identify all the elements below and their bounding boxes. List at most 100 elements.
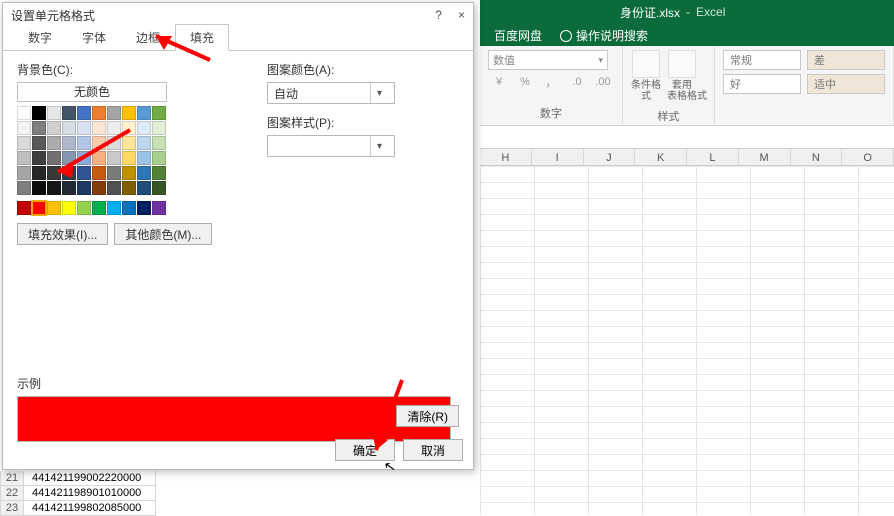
color-swatch[interactable] bbox=[17, 181, 31, 195]
cell-style-neutral[interactable]: 适中 bbox=[807, 74, 885, 94]
color-swatch[interactable] bbox=[122, 201, 136, 215]
color-swatch[interactable] bbox=[77, 181, 91, 195]
color-swatch[interactable] bbox=[152, 201, 166, 215]
color-swatch[interactable] bbox=[152, 136, 166, 150]
color-swatch[interactable] bbox=[77, 151, 91, 165]
color-swatch[interactable] bbox=[137, 151, 151, 165]
color-swatch[interactable] bbox=[62, 121, 76, 135]
help-button[interactable]: ? bbox=[435, 8, 442, 22]
color-swatch[interactable] bbox=[17, 151, 31, 165]
comma-btn[interactable]: ， bbox=[540, 72, 562, 92]
column-header[interactable]: O bbox=[842, 149, 894, 165]
color-swatch[interactable] bbox=[92, 181, 106, 195]
color-swatch[interactable] bbox=[17, 106, 31, 120]
cell-style-bad[interactable]: 差 bbox=[807, 50, 885, 70]
clear-button[interactable]: 清除(R) bbox=[396, 405, 459, 427]
worksheet-grid[interactable] bbox=[480, 166, 894, 515]
color-swatch[interactable] bbox=[62, 166, 76, 180]
column-header[interactable]: N bbox=[791, 149, 843, 165]
row-header[interactable]: 23 bbox=[0, 501, 24, 516]
color-swatch[interactable] bbox=[62, 151, 76, 165]
row-header[interactable]: 22 bbox=[0, 486, 24, 501]
tell-me[interactable]: 操作说明搜索 bbox=[560, 27, 648, 44]
color-swatch[interactable] bbox=[107, 136, 121, 150]
color-swatch[interactable] bbox=[152, 151, 166, 165]
color-swatch[interactable] bbox=[122, 166, 136, 180]
color-swatch[interactable] bbox=[77, 166, 91, 180]
color-swatch[interactable] bbox=[137, 166, 151, 180]
color-swatch[interactable] bbox=[107, 151, 121, 165]
color-swatch[interactable] bbox=[137, 136, 151, 150]
color-swatch[interactable] bbox=[152, 106, 166, 120]
color-swatch[interactable] bbox=[92, 201, 106, 215]
cell-style-normal[interactable]: 常规 bbox=[723, 50, 801, 70]
color-swatch[interactable] bbox=[47, 136, 61, 150]
currency-btn[interactable]: ¥ bbox=[488, 72, 510, 92]
tab-number[interactable]: 数字 bbox=[13, 24, 67, 51]
no-color-button[interactable]: 无颜色 bbox=[17, 82, 167, 102]
tab-fill[interactable]: 填充 bbox=[175, 24, 229, 51]
column-header[interactable]: M bbox=[739, 149, 791, 165]
color-swatch[interactable] bbox=[77, 121, 91, 135]
column-header[interactable]: J bbox=[584, 149, 636, 165]
color-swatch[interactable] bbox=[122, 151, 136, 165]
color-swatch[interactable] bbox=[62, 201, 76, 215]
tab-font[interactable]: 字体 bbox=[67, 24, 121, 51]
color-swatch[interactable] bbox=[17, 121, 31, 135]
color-swatch[interactable] bbox=[32, 181, 46, 195]
color-swatch[interactable] bbox=[152, 181, 166, 195]
color-swatch[interactable] bbox=[77, 136, 91, 150]
color-swatch[interactable] bbox=[32, 166, 46, 180]
color-swatch[interactable] bbox=[62, 136, 76, 150]
color-swatch[interactable] bbox=[137, 121, 151, 135]
color-swatch[interactable] bbox=[122, 136, 136, 150]
color-swatch[interactable] bbox=[17, 166, 31, 180]
column-header[interactable]: H bbox=[480, 149, 532, 165]
color-swatch[interactable] bbox=[62, 106, 76, 120]
column-header[interactable]: K bbox=[635, 149, 687, 165]
cell[interactable]: 441421199802085000 bbox=[24, 501, 156, 516]
color-swatch[interactable] bbox=[122, 181, 136, 195]
table-format-button[interactable]: 套用 表格格式 bbox=[667, 50, 697, 106]
color-swatch[interactable] bbox=[17, 201, 31, 215]
color-swatch[interactable] bbox=[32, 151, 46, 165]
color-swatch[interactable] bbox=[152, 166, 166, 180]
fill-effects-button[interactable]: 填充效果(I)... bbox=[17, 223, 108, 245]
color-swatch[interactable] bbox=[107, 166, 121, 180]
color-swatch[interactable] bbox=[47, 121, 61, 135]
color-swatch[interactable] bbox=[107, 201, 121, 215]
color-swatch[interactable] bbox=[17, 136, 31, 150]
color-swatch[interactable] bbox=[92, 166, 106, 180]
color-swatch[interactable] bbox=[62, 181, 76, 195]
color-swatch[interactable] bbox=[32, 201, 46, 215]
conditional-format-button[interactable]: 条件格式 bbox=[631, 50, 661, 106]
color-swatch[interactable] bbox=[92, 106, 106, 120]
color-swatch[interactable] bbox=[137, 201, 151, 215]
column-header[interactable]: L bbox=[687, 149, 739, 165]
color-swatch[interactable] bbox=[77, 201, 91, 215]
color-swatch[interactable] bbox=[47, 166, 61, 180]
color-swatch[interactable] bbox=[47, 181, 61, 195]
number-format-combo[interactable]: 数值 bbox=[488, 50, 608, 70]
baidu-pan-tab[interactable]: 百度网盘 bbox=[494, 27, 542, 44]
color-swatch[interactable] bbox=[107, 106, 121, 120]
percent-btn[interactable]: % bbox=[514, 72, 536, 92]
color-swatch[interactable] bbox=[122, 121, 136, 135]
color-swatch[interactable] bbox=[92, 136, 106, 150]
pattern-style-select[interactable] bbox=[267, 135, 395, 157]
color-swatch[interactable] bbox=[77, 106, 91, 120]
cell[interactable]: 441421198901010000 bbox=[24, 486, 156, 501]
color-swatch[interactable] bbox=[137, 181, 151, 195]
color-swatch[interactable] bbox=[92, 121, 106, 135]
other-colors-button[interactable]: 其他颜色(M)... bbox=[114, 223, 212, 245]
dec-dec-btn[interactable]: .00 bbox=[592, 72, 614, 92]
column-header[interactable]: I bbox=[532, 149, 584, 165]
cell-style-good[interactable]: 好 bbox=[723, 74, 801, 94]
cell[interactable]: 441421199002220000 bbox=[24, 471, 156, 486]
color-swatch[interactable] bbox=[47, 106, 61, 120]
inc-dec-btn[interactable]: .0 bbox=[566, 72, 588, 92]
color-swatch[interactable] bbox=[47, 151, 61, 165]
color-swatch[interactable] bbox=[32, 121, 46, 135]
cancel-button[interactable]: 取消 bbox=[403, 439, 463, 461]
color-swatch[interactable] bbox=[152, 121, 166, 135]
